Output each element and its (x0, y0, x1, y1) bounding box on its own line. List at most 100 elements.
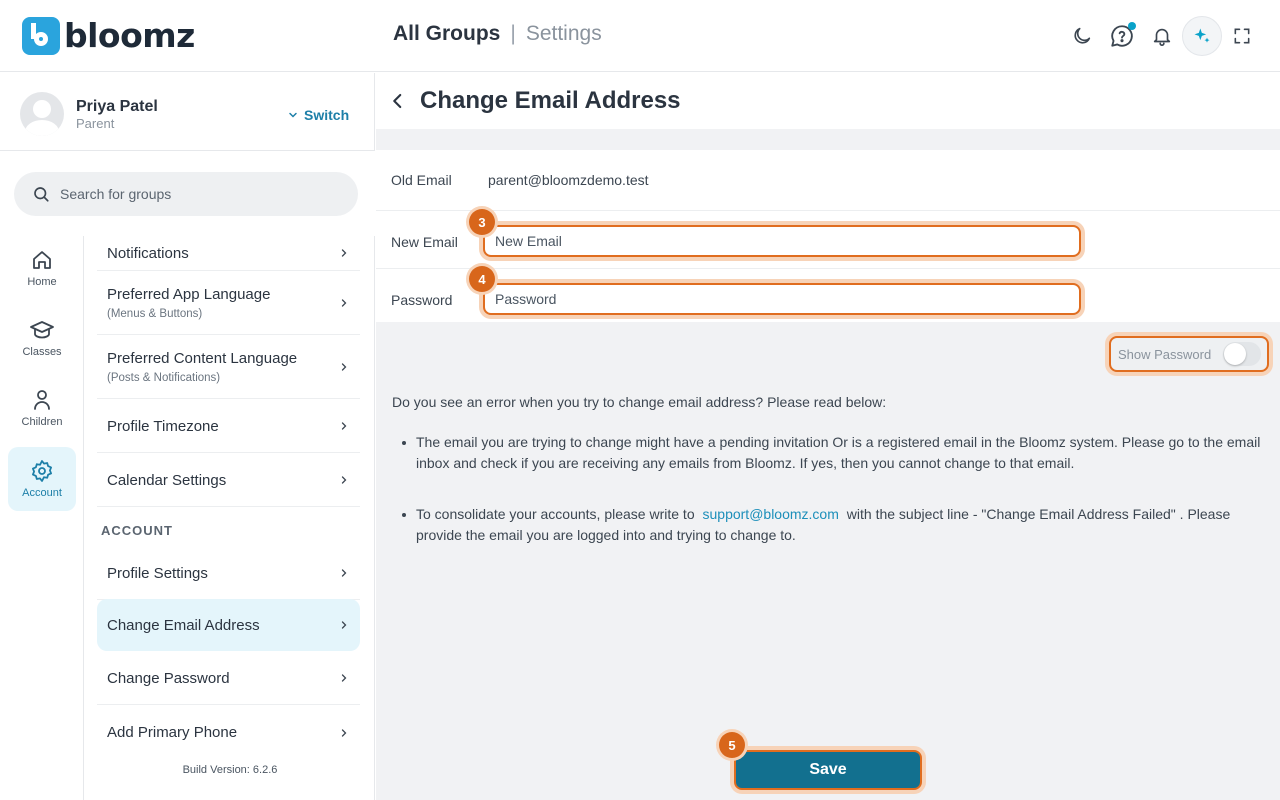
main-panel: Change Email Address Old Email parent@bl… (376, 73, 1280, 800)
step-badge-3: 3 (469, 209, 495, 235)
breadcrumb-settings: Settings (525, 22, 602, 45)
password-row: Password (376, 269, 1280, 322)
nav-account[interactable]: Account (8, 447, 76, 511)
settings-item-label: Profile Settings (107, 564, 208, 582)
bloomz-logo[interactable]: bloomz (22, 16, 195, 55)
help-bullet: To consolidate your accounts, please wri… (392, 504, 1262, 546)
save-button[interactable]: Save (734, 750, 922, 790)
settings-item-label: Profile Timezone (107, 417, 219, 435)
new-email-row: New Email (376, 211, 1280, 269)
step-badge-4: 4 (469, 266, 495, 292)
notification-dot (1128, 22, 1136, 30)
home-icon (33, 251, 51, 269)
settings-item-calendar[interactable]: Calendar Settings (97, 454, 360, 507)
left-nav: Home Classes Children Account (0, 236, 84, 800)
help-bullet-1-text: The email you are trying to change might… (416, 434, 1261, 471)
password-field[interactable] (483, 283, 1081, 315)
chevron-right-icon (341, 621, 347, 629)
settings-item-change-email[interactable]: Change Email Address (97, 599, 360, 651)
settings-item-label: Preferred Content Language (107, 350, 298, 367)
settings-item-label: Change Email Address (107, 616, 260, 634)
build-version: Build Version: 6.2.6 (182, 764, 278, 776)
nav-children-label: Children (21, 416, 63, 428)
help-intro: Do you see an error when you try to chan… (392, 394, 887, 410)
breadcrumb: All Groups | Settings (393, 22, 602, 46)
help-list: The email you are trying to change might… (392, 432, 1262, 546)
section-heading-account: ACCOUNT (101, 523, 173, 538)
help-bullet: The email you are trying to change might… (392, 432, 1262, 474)
chevron-right-icon (341, 249, 347, 257)
help-chat-icon[interactable] (1102, 16, 1142, 56)
sparkle-icon[interactable] (1182, 16, 1222, 56)
moon-icon[interactable] (1062, 16, 1102, 56)
profile-name: Priya Patel (76, 98, 158, 115)
settings-item-sublabel: (Posts & Notifications) (107, 372, 221, 384)
avatar-body (25, 120, 59, 136)
toggle-switch[interactable] (1223, 342, 1261, 366)
top-header: bloomz All Groups | Settings (0, 0, 1280, 72)
avatar[interactable] (20, 92, 64, 136)
chevron-right-icon (341, 476, 347, 484)
old-email-label: Old Email (391, 172, 452, 188)
settings-item-change-password[interactable]: Change Password (97, 652, 360, 705)
avatar-head (33, 100, 51, 118)
chevron-right-icon (341, 422, 347, 430)
new-email-label: New Email (391, 234, 458, 250)
support-email-link[interactable]: support@bloomz.com (703, 506, 839, 522)
settings-item-label: Preferred App Language (107, 286, 271, 303)
person-icon (34, 390, 50, 410)
page-title: Change Email Address (420, 87, 681, 114)
old-email-row: Old Email parent@bloomzdemo.test (376, 150, 1280, 211)
logo-mark-icon (22, 16, 60, 55)
switch-label: Switch (304, 107, 350, 123)
group-search (14, 172, 358, 216)
page-title-bar: Change Email Address (376, 73, 1280, 129)
search-icon (34, 187, 49, 202)
settings-item-primary-phone[interactable]: Add Primary Phone (97, 706, 360, 759)
header-actions (1062, 16, 1262, 56)
settings-list: Notifications Preferred App Language (Me… (85, 236, 375, 800)
settings-item-app-language[interactable]: Preferred App Language (Menus & Buttons) (97, 272, 360, 335)
old-email-value: parent@bloomzdemo.test (488, 172, 649, 188)
chevron-right-icon (341, 569, 347, 577)
chevron-right-icon (341, 728, 347, 737)
breadcrumb-all-groups[interactable]: All Groups (393, 22, 500, 46)
nav-home[interactable]: Home (8, 236, 76, 300)
nav-home-label: Home (27, 276, 57, 288)
show-password-toggle[interactable]: Show Password (1109, 336, 1269, 372)
password-label: Password (391, 292, 453, 308)
nav-classes-label: Classes (22, 346, 62, 358)
settings-item-profile-settings[interactable]: Profile Settings (97, 547, 360, 600)
settings-item-notifications[interactable]: Notifications (97, 236, 360, 271)
new-email-field[interactable] (483, 225, 1081, 257)
profile-role: Parent (76, 116, 115, 131)
settings-item-label: Notifications (107, 244, 189, 262)
bell-icon[interactable] (1142, 16, 1182, 56)
search-input[interactable] (60, 186, 340, 202)
breadcrumb-separator: | (510, 22, 516, 45)
nav-children[interactable]: Children (8, 376, 76, 440)
settings-item-label: Change Password (107, 669, 230, 687)
fullscreen-icon[interactable] (1222, 16, 1262, 56)
switch-button[interactable]: Switch (287, 107, 349, 123)
back-button[interactable] (388, 91, 408, 111)
chevron-right-icon (341, 674, 347, 682)
settings-item-sublabel: (Menus & Buttons) (107, 308, 203, 320)
settings-item-label: Add Primary Phone (107, 724, 238, 741)
show-password-label: Show Password (1118, 346, 1212, 362)
settings-item-profile-timezone[interactable]: Profile Timezone (97, 400, 360, 453)
help-bullet-2-pre: To consolidate your accounts, please wri… (416, 506, 695, 522)
nav-account-label: Account (22, 487, 62, 499)
chevron-left-icon (393, 93, 402, 109)
profile-card: Priya Patel Parent Switch (0, 73, 375, 151)
step-badge-5: 5 (719, 732, 745, 758)
graduation-cap-icon (30, 321, 54, 339)
settings-item-content-language[interactable]: Preferred Content Language (Posts & Noti… (97, 336, 360, 399)
chevron-right-icon (341, 299, 347, 307)
gear-icon (32, 460, 52, 482)
nav-classes[interactable]: Classes (8, 306, 76, 370)
chevron-down-icon (289, 112, 297, 118)
help-text: Do you see an error when you try to chan… (392, 392, 1262, 576)
logo-text: bloomz (64, 16, 195, 55)
toggle-knob (1224, 343, 1246, 365)
